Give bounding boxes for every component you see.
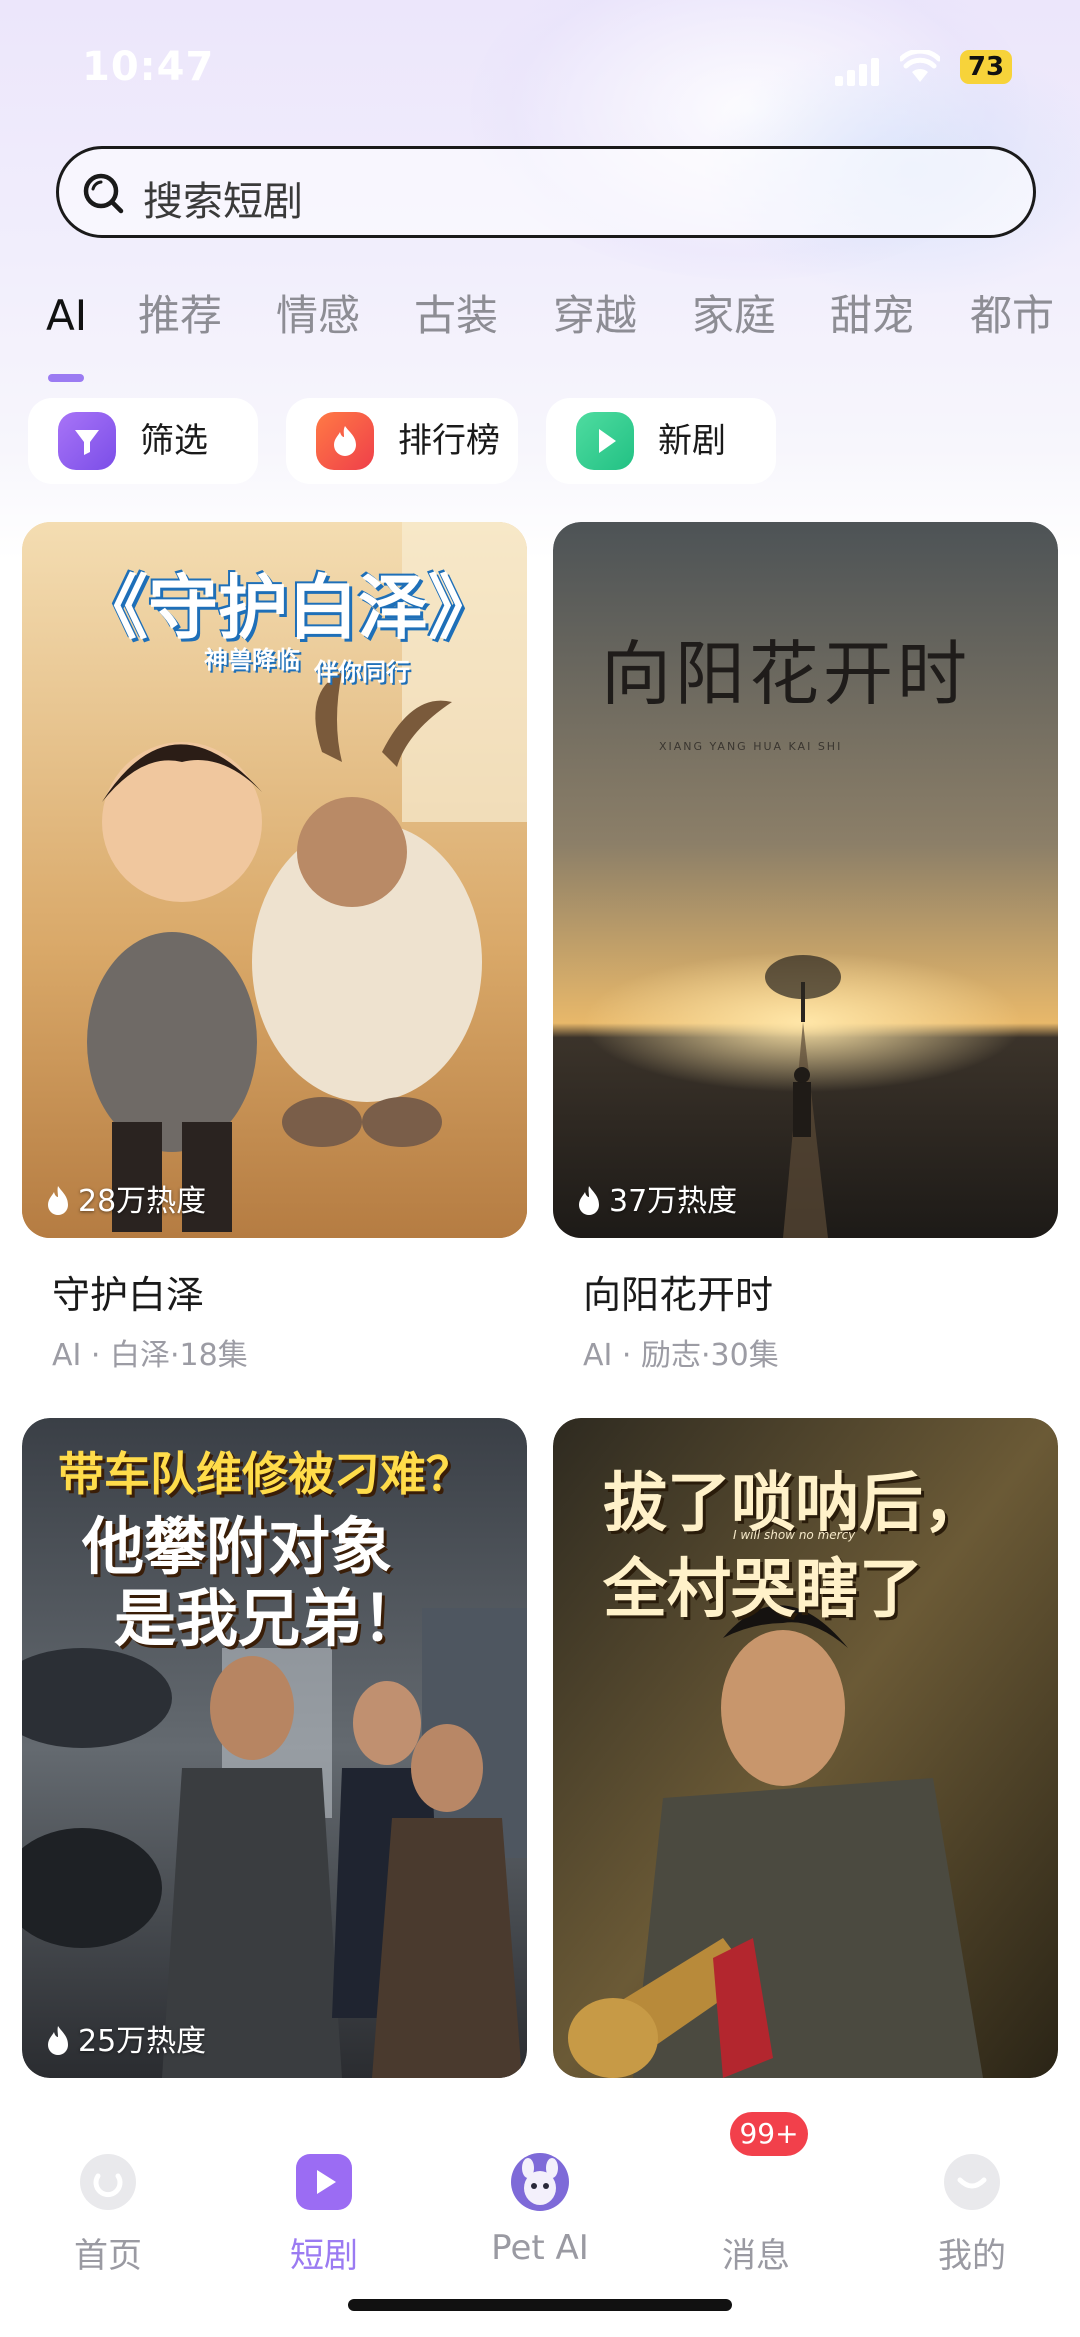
poster-subtitle: XIANG YANG HUA KAI SHI bbox=[659, 740, 843, 753]
home-indicator[interactable] bbox=[348, 2299, 732, 2311]
drama-card[interactable]: 带车队维修被刁难？ 他攀附对象 是我兄弟！ 25万热度 bbox=[22, 1418, 527, 2078]
drama-cover: 拔了唢呐后， I will show no mercy 全村哭瞎了 bbox=[553, 1418, 1058, 2078]
drama-card[interactable]: 《守护白泽》 神兽降临 伴你同行 28万热度 守护白泽 AI · 白泽·18集 bbox=[22, 522, 527, 1390]
search-icon bbox=[83, 173, 124, 214]
pet-avatar-icon bbox=[511, 2153, 569, 2211]
heat-value: 28万热度 bbox=[78, 1184, 207, 1219]
search-input[interactable]: 搜索短剧 bbox=[56, 146, 1036, 238]
nav-drama-label: 短剧 bbox=[290, 2236, 358, 2276]
flame-icon bbox=[579, 1186, 599, 1215]
ranking-button[interactable]: 排行榜 bbox=[286, 398, 518, 484]
heat-value: 25万热度 bbox=[78, 2024, 207, 2059]
home-icon bbox=[80, 2154, 136, 2210]
drama-card[interactable]: 向阳花开时 XIANG YANG HUA KAI SHI 37万热度 向阳花开时… bbox=[553, 522, 1058, 1390]
ranking-label: 排行榜 bbox=[398, 421, 500, 461]
heat-value: 37万热度 bbox=[609, 1184, 738, 1219]
tab-time-travel[interactable]: 穿越 bbox=[553, 286, 637, 346]
nav-pet-ai-label: Pet AI bbox=[491, 2228, 589, 2268]
nav-messages-label: 消息 bbox=[722, 2236, 790, 2276]
battery-indicator: 73 bbox=[960, 50, 1012, 84]
tab-urban[interactable]: 都市 bbox=[970, 286, 1054, 346]
drama-cover: 《守护白泽》 神兽降临 伴你同行 28万热度 bbox=[22, 522, 527, 1238]
active-tab-indicator bbox=[48, 374, 84, 382]
poster-title: 《守护白泽》 bbox=[78, 567, 498, 649]
search-placeholder: 搜索短剧 bbox=[143, 179, 303, 225]
drama-title: 守护白泽 bbox=[52, 1273, 205, 1317]
status-bar: 10:47 73 bbox=[0, 0, 1080, 130]
wifi-icon bbox=[900, 50, 940, 82]
drama-cover: 向阳花开时 XIANG YANG HUA KAI SHI 37万热度 bbox=[553, 522, 1058, 1238]
heat-count: 25万热度 bbox=[46, 2016, 206, 2060]
play-icon bbox=[296, 2154, 352, 2210]
message-badge: 99+ bbox=[730, 2112, 808, 2156]
poster-title: 向阳花开时 bbox=[601, 633, 971, 715]
nav-messages[interactable]: 消息 bbox=[686, 2142, 826, 2282]
drama-card[interactable]: 拔了唢呐后， I will show no mercy 全村哭瞎了 bbox=[553, 1418, 1058, 2078]
poster-headline: 全村哭瞎了 bbox=[603, 1553, 923, 1627]
status-time: 10:47 bbox=[82, 44, 215, 90]
tab-family[interactable]: 家庭 bbox=[692, 286, 776, 346]
tab-emotion[interactable]: 情感 bbox=[276, 286, 360, 346]
nav-profile[interactable]: 我的 bbox=[902, 2142, 1042, 2282]
category-tabs: AI 推荐 情感 古装 穿越 家庭 甜宠 都市 bbox=[0, 286, 1080, 386]
play-icon bbox=[576, 412, 634, 470]
tab-costume[interactable]: 古装 bbox=[414, 286, 498, 346]
poster-subtitle: 伴你同行 bbox=[314, 658, 410, 686]
drama-meta: AI · 白泽·18集 bbox=[52, 1338, 248, 1373]
poster-headline: 是我兄弟！ bbox=[114, 1582, 425, 1655]
nav-pet-ai[interactable]: Pet AI bbox=[470, 2142, 610, 2282]
drama-meta: AI · 励志·30集 bbox=[583, 1338, 779, 1373]
heat-count: 37万热度 bbox=[577, 1176, 737, 1220]
nav-home-label: 首页 bbox=[74, 2236, 142, 2276]
poster-subtitle: 神兽降临 bbox=[204, 646, 300, 674]
profile-icon bbox=[944, 2154, 1000, 2210]
filter-label: 筛选 bbox=[140, 421, 208, 461]
poster-headline: 带车队维修被刁难？ bbox=[58, 1447, 472, 1501]
filter-button[interactable]: 筛选 bbox=[28, 398, 258, 484]
tab-recommend[interactable]: 推荐 bbox=[138, 286, 222, 346]
new-drama-label: 新剧 bbox=[658, 421, 726, 461]
new-drama-button[interactable]: 新剧 bbox=[546, 398, 776, 484]
tab-sweet[interactable]: 甜宠 bbox=[830, 286, 914, 346]
heat-count: 28万热度 bbox=[46, 1176, 206, 1220]
nav-profile-label: 我的 bbox=[938, 2236, 1006, 2276]
flame-icon bbox=[48, 1186, 68, 1215]
drama-cover: 带车队维修被刁难？ 他攀附对象 是我兄弟！ 25万热度 bbox=[22, 1418, 527, 2078]
tab-ai[interactable]: AI bbox=[46, 286, 87, 346]
flame-icon bbox=[48, 2026, 68, 2055]
nav-home[interactable]: 首页 bbox=[38, 2142, 178, 2282]
nav-drama[interactable]: 短剧 bbox=[254, 2142, 394, 2282]
flame-icon bbox=[316, 412, 374, 470]
drama-title: 向阳花开时 bbox=[583, 1273, 774, 1317]
cellular-signal-icon bbox=[835, 58, 883, 86]
filter-icon bbox=[58, 412, 116, 470]
